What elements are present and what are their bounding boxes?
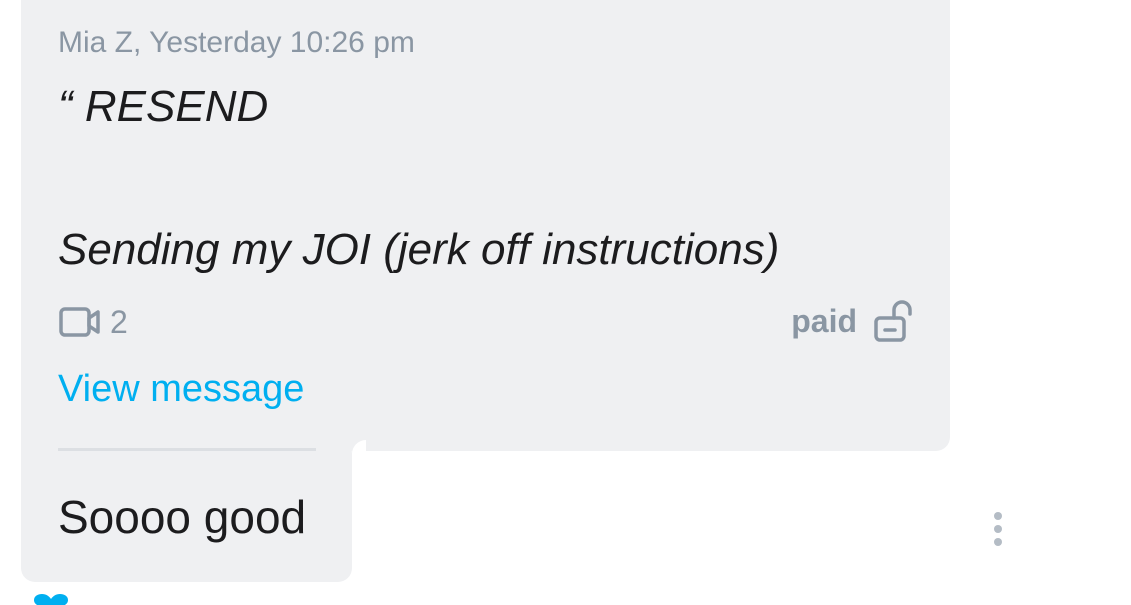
- heart-icon[interactable]: [32, 594, 70, 605]
- more-vertical-icon[interactable]: [986, 510, 1010, 550]
- media-count-row: 2: [58, 302, 128, 342]
- quoted-message-line-2: Sending my JOI (jerk off instructions): [58, 225, 780, 274]
- paid-status: paid: [791, 298, 913, 344]
- quoted-message-meta: Mia Z, Yesterday 10:26 pm: [58, 26, 415, 59]
- quoted-message-line-1: “ RESEND: [58, 82, 269, 131]
- quote-divider: [58, 448, 316, 451]
- chat-stage: Mia Z, Yesterday 10:26 pm “ RESEND Sendi…: [0, 0, 1131, 605]
- media-count: 2: [110, 303, 128, 340]
- view-message-link[interactable]: View message: [58, 368, 304, 411]
- reply-text: Soooo good: [58, 491, 307, 543]
- unlock-icon: [873, 298, 913, 344]
- video-camera-icon: [58, 304, 104, 340]
- paid-label: paid: [791, 302, 857, 339]
- bubble-corner: [352, 440, 366, 454]
